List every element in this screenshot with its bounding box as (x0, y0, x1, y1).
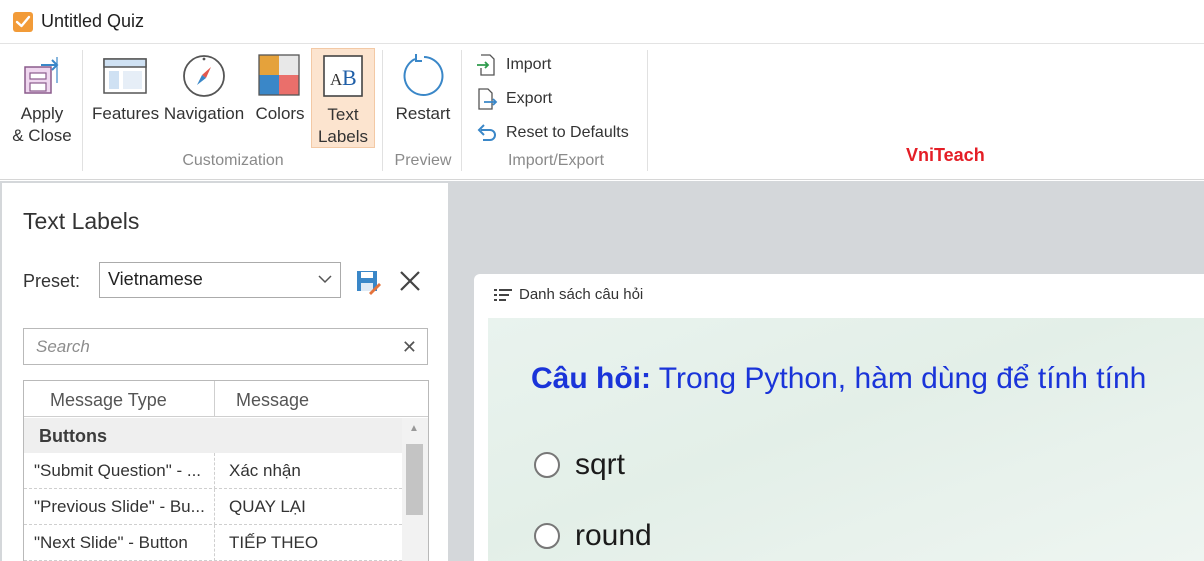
row-type: "Previous Slide" - Bu... (34, 497, 205, 516)
ribbon-separator (461, 50, 462, 171)
ribbon: Apply & Close Features Navigation Colors… (0, 45, 1204, 180)
export-label: Export (506, 90, 553, 107)
table-row[interactable]: "Previous Slide" - Bu... QUAY LẠI (24, 489, 402, 525)
question-body: Trong Python, hàm dùng để tính tính (658, 362, 1147, 395)
features-button[interactable]: Features (92, 53, 160, 125)
title-bar: Untitled Quiz (0, 0, 1204, 44)
restart-button[interactable]: Restart (390, 53, 456, 125)
radio-button[interactable] (534, 523, 560, 549)
svg-text:B: B (342, 65, 357, 90)
apply-close-icon (24, 57, 59, 94)
compass-icon (183, 55, 225, 97)
column-divider (214, 381, 215, 417)
radio-button[interactable] (534, 452, 560, 478)
export-icon (478, 88, 498, 110)
panel-title: Text Labels (23, 208, 140, 234)
option-label: round (575, 519, 652, 552)
option-label: sqrt (575, 448, 626, 481)
apply-close-button[interactable]: Apply & Close (8, 53, 76, 147)
features-label: Features (92, 104, 160, 123)
text-labels-label-2: Labels (317, 127, 369, 146)
reset-label: Reset to Defaults (506, 124, 629, 141)
table-row[interactable]: "Next Slide" - Button TIẾP THEO (24, 525, 402, 561)
preset-dropdown[interactable]: Vietnamese (99, 262, 341, 298)
apply-label-2: & Close (12, 126, 72, 145)
restart-label: Restart (395, 104, 451, 123)
question-text: Câu hỏi: Trong Python, hàm dùng để tính … (531, 362, 1146, 396)
delete-preset-icon[interactable] (398, 269, 422, 293)
row-message[interactable]: Xác nhận (229, 461, 301, 481)
question-prefix: Câu hỏi: (531, 362, 651, 395)
undo-icon (477, 124, 496, 141)
window-title: Untitled Quiz (41, 11, 145, 31)
brand-label: VniTeach (906, 145, 985, 165)
colors-button[interactable]: Colors (250, 53, 310, 125)
import-button[interactable]: Import (476, 52, 551, 78)
chevron-down-icon (318, 275, 332, 284)
preview-group-label: Preview (394, 152, 452, 169)
table-row[interactable]: "Submit Question" - ... Xác nhận (24, 453, 402, 489)
group-row-buttons: Buttons (24, 418, 402, 453)
apply-label-1: Apply (20, 104, 64, 123)
cell-divider (214, 489, 215, 525)
export-button[interactable]: Export (476, 86, 552, 112)
answer-option[interactable]: sqrt (534, 448, 625, 482)
navigation-label: Navigation (163, 104, 245, 123)
text-labels-label-1: Text (327, 105, 359, 124)
row-message[interactable]: QUAY LẠI (229, 497, 306, 517)
column-header-type[interactable]: Message Type (50, 390, 167, 411)
import-label: Import (506, 56, 552, 73)
colors-label: Colors (255, 104, 305, 123)
row-message[interactable]: TIẾP THEO (229, 533, 318, 553)
labels-grid: Message Type Message Buttons "Submit Que… (23, 380, 429, 561)
clear-search-icon[interactable]: ✕ (402, 337, 417, 358)
grid-header: Message Type Message (24, 381, 428, 417)
question-list-label: Danh sách câu hỏi (519, 286, 644, 303)
quiz-app-icon (13, 11, 33, 32)
list-icon (494, 288, 512, 301)
reset-defaults-button[interactable]: Reset to Defaults (476, 120, 629, 146)
question-list-button[interactable]: Danh sách câu hỏi (494, 286, 643, 303)
grid-scrollbar[interactable]: ▲ (402, 418, 428, 561)
save-preset-icon[interactable] (355, 269, 381, 295)
colors-icon (258, 54, 300, 96)
row-type: "Next Slide" - Button (34, 533, 188, 552)
preset-value: Vietnamese (108, 269, 203, 289)
import-icon (477, 54, 495, 76)
import-export-group-label: Import/Export (507, 152, 605, 169)
column-header-message[interactable]: Message (236, 390, 309, 411)
row-type: "Submit Question" - ... (34, 461, 202, 480)
restart-icon (403, 54, 444, 96)
quiz-slide: Câu hỏi: Trong Python, hàm dùng để tính … (488, 318, 1204, 561)
scroll-up-icon[interactable]: ▲ (409, 423, 419, 434)
features-icon (103, 58, 147, 94)
ribbon-separator (647, 50, 648, 171)
text-labels-panel: Text Labels Preset: Vietnamese ✕ Message… (2, 183, 448, 561)
ribbon-separator (82, 50, 83, 171)
preset-label: Preset: (23, 271, 81, 291)
cell-divider (214, 453, 215, 489)
customization-group-label: Customization (182, 152, 284, 169)
scroll-thumb[interactable] (406, 444, 423, 515)
ribbon-separator (382, 50, 383, 171)
cell-divider (214, 525, 215, 561)
search-input[interactable] (36, 336, 386, 358)
quiz-preview: Danh sách câu hỏi Câu hỏi: Trong Python,… (474, 274, 1204, 561)
answer-option[interactable]: round (534, 519, 652, 553)
search-box: ✕ (23, 328, 428, 365)
navigation-button[interactable]: Navigation (162, 53, 246, 125)
text-labels-icon: A B (323, 55, 363, 97)
text-labels-button[interactable]: A B Text Labels (311, 48, 375, 148)
